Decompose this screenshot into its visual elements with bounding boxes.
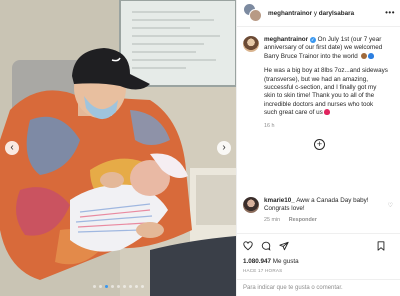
author-link-darylsabara[interactable]: darylsabara	[319, 10, 354, 17]
caption-timestamp: 16 h	[264, 122, 275, 129]
caption-text: meghantrainor ✓ On July 1st (our 7 year …	[264, 36, 388, 118]
carousel-dot	[98, 285, 102, 288]
login-to-comment-prompt[interactable]: Para indicar que te gusta o comentar.	[243, 285, 395, 291]
red-heart-emoji-icon	[323, 109, 330, 116]
carousel-dot	[140, 285, 144, 288]
carousel-dot	[128, 285, 132, 288]
collab-avatars[interactable]	[243, 3, 263, 23]
comment-item: kmarie10_ Aww a Canada Day baby! Congrat…	[237, 197, 400, 223]
avatar	[249, 9, 262, 22]
chevron-left-icon: ‹	[10, 142, 14, 153]
carousel-dot	[92, 285, 96, 288]
caption-area: meghantrainor ✓ On July 1st (our 7 year …	[237, 27, 400, 197]
comment-meta: 25 min Responder	[264, 217, 384, 223]
likes-value: 1.080.947	[243, 258, 272, 265]
more-horizontal-icon[interactable]: •••	[385, 9, 395, 17]
post-side-panel: meghantrainor y darylsabara ••• meghantr…	[236, 0, 400, 296]
chevron-right-icon: ›	[222, 142, 226, 153]
bookmark-icon[interactable]	[376, 241, 386, 251]
bear-emoji-icon	[360, 52, 367, 59]
post-header: meghantrainor y darylsabara •••	[237, 0, 400, 27]
comment-username[interactable]: kmarie10_	[264, 197, 295, 204]
avatar[interactable]	[243, 36, 259, 52]
caption-paragraph: He was a big boy at 8lbs 7oz...and sidew…	[264, 67, 388, 117]
likes-count[interactable]: 1.080.947 Me gusta	[243, 258, 299, 265]
reply-button[interactable]: Responder	[289, 217, 317, 223]
author-link-meghantrainor[interactable]: meghantrainor	[268, 10, 312, 17]
caption: meghantrainor ✓ On July 1st (our 7 year …	[243, 36, 394, 118]
avatar[interactable]	[243, 197, 259, 213]
plus-icon: +	[316, 138, 323, 149]
carousel-indicators	[0, 285, 236, 288]
carousel-dot	[110, 285, 114, 288]
post-photo[interactable]: ‹ ›	[0, 0, 236, 296]
previous-slide-button[interactable]: ‹	[5, 141, 19, 155]
instagram-post: ‹ › meghantrainor y darylsabara ••• megh…	[0, 0, 400, 296]
post-authors: meghantrainor y darylsabara	[268, 10, 354, 17]
action-bar	[237, 233, 400, 257]
comment-like-heart-icon[interactable]: ♡	[388, 202, 393, 209]
carousel-dot	[122, 285, 126, 288]
carousel-dot	[104, 285, 108, 288]
next-slide-button[interactable]: ›	[217, 141, 231, 155]
blue-heart-emoji-icon	[367, 52, 374, 59]
share-icon[interactable]	[279, 241, 289, 251]
heart-icon[interactable]	[243, 240, 253, 251]
author-joiner: y	[312, 9, 319, 17]
posted-ago: HACE 17 HORAS	[243, 268, 283, 273]
likes-label: Me gusta	[271, 258, 299, 265]
comment-bar: Para indicar que te gusta o comentar.	[237, 279, 400, 296]
load-more-comments-button[interactable]: +	[314, 138, 325, 150]
comment-text: kmarie10_ Aww a Canada Day baby! Congrat…	[264, 197, 384, 214]
caption-username[interactable]: meghantrainor	[264, 36, 308, 43]
comment-icon[interactable]	[261, 241, 271, 251]
photo-scene	[0, 0, 236, 296]
carousel-dot	[116, 285, 120, 288]
comment-timestamp: 25 min	[264, 216, 281, 223]
carousel-dot	[134, 285, 138, 288]
